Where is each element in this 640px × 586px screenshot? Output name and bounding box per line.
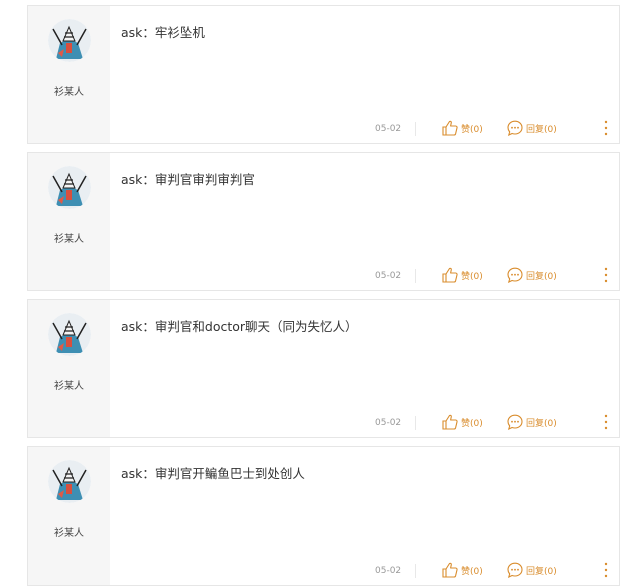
more-options-icon[interactable]	[601, 266, 611, 284]
like-button[interactable]: 赞(0)	[441, 560, 483, 580]
user-column: 衫某人	[28, 300, 110, 437]
reply-count: 回复(0)	[526, 271, 557, 282]
like-button[interactable]: 赞(0)	[441, 412, 483, 432]
username[interactable]: 衫某人	[28, 83, 110, 98]
comment-text: ask：审判官开鳊鱼巴士到处创人	[121, 466, 305, 481]
user-column: 衫某人	[28, 447, 110, 585]
comment-footer: 05-02 赞(0) 回复(0)	[110, 115, 619, 143]
comment-text: ask：审判官审判审判官	[121, 172, 255, 187]
comment-card: 衫某人 ask：牢衫坠机 05-02 赞(0) 回复(0)	[27, 5, 620, 144]
like-count: 赞(0)	[461, 418, 483, 429]
more-options-icon[interactable]	[601, 561, 611, 579]
comment-card: 衫某人 ask：审判官审判审判官 05-02 赞(0) 回复(0)	[27, 152, 620, 291]
comment-date: 05-02	[375, 418, 402, 428]
divider	[415, 269, 416, 283]
comment-date: 05-02	[375, 271, 402, 281]
user-column: 衫某人	[28, 6, 110, 143]
reply-count: 回复(0)	[526, 418, 557, 429]
speech-bubble-icon	[507, 120, 523, 136]
comment-text: ask：牢衫坠机	[121, 25, 205, 40]
reply-button[interactable]: 回复(0)	[506, 412, 557, 432]
speech-bubble-icon	[507, 414, 523, 430]
thumbs-up-icon	[442, 562, 458, 578]
comment-date: 05-02	[375, 566, 402, 576]
more-options-icon[interactable]	[601, 413, 611, 431]
comment-footer: 05-02 赞(0) 回复(0)	[110, 262, 619, 290]
avatar[interactable]	[48, 166, 91, 209]
comment-footer: 05-02 赞(0) 回复(0)	[110, 409, 619, 437]
thumbs-up-icon	[442, 267, 458, 283]
divider	[415, 122, 416, 136]
username[interactable]: 衫某人	[28, 524, 110, 539]
like-count: 赞(0)	[461, 124, 483, 135]
like-button[interactable]: 赞(0)	[441, 118, 483, 138]
reply-count: 回复(0)	[526, 566, 557, 577]
username[interactable]: 衫某人	[28, 230, 110, 245]
comment-date: 05-02	[375, 124, 402, 134]
avatar[interactable]	[48, 19, 91, 62]
like-count: 赞(0)	[461, 566, 483, 577]
more-options-icon[interactable]	[601, 119, 611, 137]
comment-text: ask：审判官和doctor聊天（同为失忆人）	[121, 319, 358, 334]
like-button[interactable]: 赞(0)	[441, 265, 483, 285]
divider	[415, 564, 416, 578]
reply-button[interactable]: 回复(0)	[506, 118, 557, 138]
speech-bubble-icon	[507, 562, 523, 578]
divider	[415, 416, 416, 430]
comment-card: 衫某人 ask：审判官和doctor聊天（同为失忆人） 05-02 赞(0) 回…	[27, 299, 620, 438]
speech-bubble-icon	[507, 267, 523, 283]
thumbs-up-icon	[442, 120, 458, 136]
reply-button[interactable]: 回复(0)	[506, 560, 557, 580]
comment-card: 衫某人 ask：审判官开鳊鱼巴士到处创人 05-02 赞(0) 回复(0)	[27, 446, 620, 586]
reply-count: 回复(0)	[526, 124, 557, 135]
user-column: 衫某人	[28, 153, 110, 290]
thumbs-up-icon	[442, 414, 458, 430]
avatar[interactable]	[48, 313, 91, 356]
avatar[interactable]	[48, 460, 91, 503]
comment-footer: 05-02 赞(0) 回复(0)	[110, 557, 619, 585]
username[interactable]: 衫某人	[28, 377, 110, 392]
like-count: 赞(0)	[461, 271, 483, 282]
comment-list: 衫某人 ask：牢衫坠机 05-02 赞(0) 回复(0) 衫某人 ask：审判…	[0, 0, 640, 586]
reply-button[interactable]: 回复(0)	[506, 265, 557, 285]
